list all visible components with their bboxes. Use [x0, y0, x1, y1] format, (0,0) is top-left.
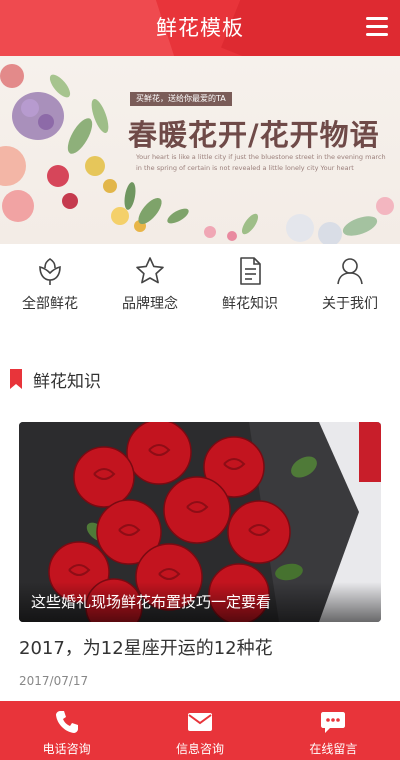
banner-headline: 春暖花开/花开物语 — [128, 118, 380, 152]
section-divider — [0, 330, 400, 342]
hamburger-menu-icon[interactable] — [366, 17, 388, 37]
online-message-button[interactable]: 在线留言 — [267, 701, 400, 760]
banner-tag: 买鲜花，送给你最爱的TA — [130, 92, 232, 106]
bottom-nav-label: 信息咨询 — [175, 742, 224, 756]
category-label: 全部鲜花 — [22, 296, 78, 312]
category-flower-knowledge[interactable]: 鲜花知识 — [200, 244, 300, 324]
article-image-caption: 这些婚礼现场鲜花布置技巧一定要看 — [19, 582, 381, 622]
phone-consult-button[interactable]: 电话咨询 — [0, 701, 133, 760]
document-icon — [240, 257, 261, 285]
category-brand-concept[interactable]: 品牌理念 — [100, 244, 200, 324]
phone-icon — [55, 711, 78, 733]
mail-icon — [187, 713, 212, 731]
section-header: 鲜花知识 — [10, 368, 101, 392]
banner-subtext: Your heart is like a little city if just… — [136, 153, 386, 172]
bottom-nav-label: 在线留言 — [309, 742, 358, 756]
category-about-us[interactable]: 关于我们 — [300, 244, 400, 324]
bottom-nav-label: 电话咨询 — [42, 742, 91, 756]
category-all-flowers[interactable]: 全部鲜花 — [0, 244, 100, 324]
user-icon — [337, 258, 363, 285]
top-header: 鲜花模板 — [0, 0, 400, 56]
flower-icon — [39, 258, 61, 285]
category-label: 关于我们 — [322, 296, 378, 312]
category-nav: 全部鲜花 品牌理念 鲜花知识 关于我们 — [0, 244, 400, 324]
chat-icon — [321, 712, 346, 733]
bookmark-icon — [10, 369, 22, 389]
article-image[interactable]: 这些婚礼现场鲜花布置技巧一定要看 — [19, 422, 381, 622]
section-title: 鲜花知识 — [33, 371, 101, 392]
category-label: 鲜花知识 — [222, 296, 278, 312]
star-icon — [136, 257, 164, 284]
article-date: 2017/07/17 — [19, 674, 89, 688]
category-label: 品牌理念 — [122, 296, 178, 312]
info-consult-button[interactable]: 信息咨询 — [133, 701, 266, 760]
article-title[interactable]: 2017，为12星座开运的12种花 — [19, 634, 273, 660]
hero-banner[interactable]: 买鲜花，送给你最爱的TA 春暖花开/花开物语 Your heart is lik… — [0, 56, 400, 244]
bottom-nav: 电话咨询 信息咨询 在线留言 — [0, 701, 400, 760]
page-title: 鲜花模板 — [156, 16, 244, 40]
